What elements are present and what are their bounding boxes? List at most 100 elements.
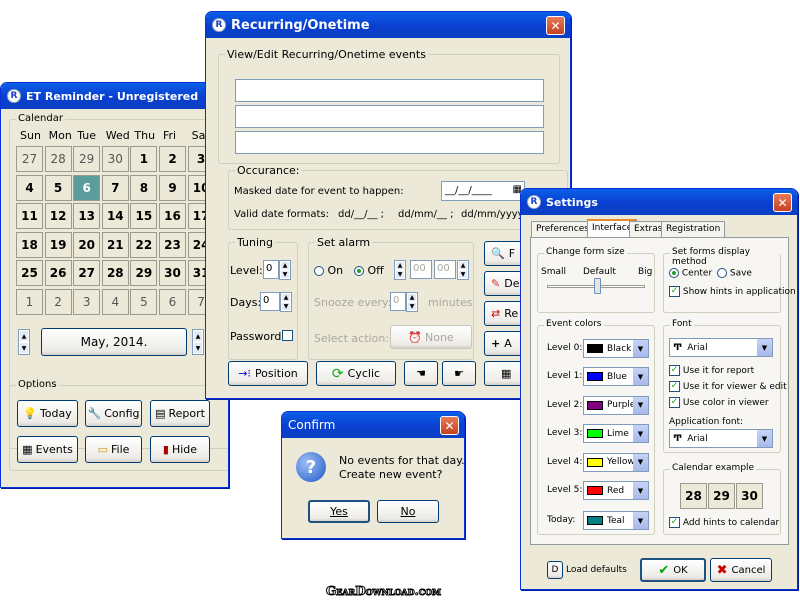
calendar-day[interactable]: 28	[44, 146, 72, 172]
snooze-input[interactable]: 0	[390, 292, 406, 311]
calendar-day[interactable]: 1	[16, 289, 43, 315]
down-arrow-icon[interactable]: ▼	[19, 342, 29, 354]
calendar-day[interactable]: 11	[16, 203, 43, 230]
calendar-day[interactable]: 4	[16, 174, 43, 201]
yes-button[interactable]: Yes	[308, 500, 370, 523]
calendar-day[interactable]: 7	[101, 174, 129, 201]
calendar-day[interactable]: 26	[44, 260, 72, 287]
form-size-slider-thumb[interactable]	[594, 278, 601, 294]
down-arrow-icon[interactable]: ▼	[280, 270, 290, 279]
level-color-select[interactable]: Red ▼	[583, 481, 649, 500]
dropdown-arrow-icon[interactable]: ▼	[633, 340, 648, 357]
point-left-button[interactable]: ☚	[404, 361, 438, 386]
masked-date-input[interactable]: __/__/____ ▦	[441, 181, 525, 201]
none-action-button[interactable]: ⏰ None	[390, 325, 472, 349]
up-arrow-icon[interactable]: ▲	[19, 330, 29, 342]
save-option[interactable]: Save	[717, 268, 752, 279]
calendar-day[interactable]: 22	[130, 231, 158, 258]
level-color-select[interactable]: Purple ▼	[583, 395, 649, 415]
tab-registration[interactable]: Registration	[661, 221, 726, 238]
radio-on[interactable]	[314, 266, 324, 276]
calendar-day[interactable]: 19	[44, 231, 72, 258]
up-arrow-icon[interactable]: ▲	[458, 261, 468, 270]
radio-off[interactable]	[354, 266, 364, 276]
dropdown-arrow-icon[interactable]: ▼	[633, 368, 648, 386]
hide-button[interactable]: ▮ Hide	[150, 436, 210, 463]
tab-preferences[interactable]: Preferences	[531, 221, 594, 238]
calendar-day[interactable]: 13	[73, 203, 101, 230]
up-arrow-icon[interactable]: ▲	[193, 330, 203, 342]
level-color-select[interactable]: Blue ▼	[583, 367, 649, 387]
calendar-day[interactable]: 20	[73, 231, 101, 258]
calendar-day[interactable]: 3	[73, 289, 101, 315]
calendar-day[interactable]: 5	[44, 174, 72, 201]
up-arrow-icon[interactable]: ▲	[395, 261, 405, 270]
alarm-on-option[interactable]: On	[314, 264, 343, 277]
days-input[interactable]: 0	[260, 292, 280, 311]
calendar-day[interactable]: 2	[44, 289, 72, 315]
level-color-select[interactable]: Lime ▼	[583, 424, 649, 444]
show-hints-checkbox[interactable]: ✓	[669, 286, 680, 297]
calendar-day[interactable]: 1	[130, 146, 158, 172]
radio-center[interactable]	[669, 268, 679, 278]
use-color-option[interactable]: ✓ Use color in viewer	[669, 397, 769, 408]
app-font-select[interactable]: Ͳ Arial ▼	[669, 429, 773, 448]
calendar-day[interactable]: 23	[159, 231, 186, 258]
no-button[interactable]: No	[377, 500, 439, 523]
calendar-day[interactable]: 4	[101, 289, 129, 315]
calendar-day[interactable]: 16	[159, 203, 186, 230]
level-color-select[interactable]: Yellow ▼	[583, 452, 649, 472]
up-arrow-icon[interactable]: ▲	[407, 293, 417, 302]
load-defaults-icon-button[interactable]: D	[547, 561, 563, 579]
up-arrow-icon[interactable]: ▲	[280, 261, 290, 270]
use-viewer-checkbox[interactable]: ✓	[669, 381, 680, 392]
calendar-day[interactable]: 15	[130, 203, 158, 230]
position-button[interactable]: →⁝ Position	[228, 361, 308, 386]
down-arrow-icon[interactable]: ▼	[281, 302, 291, 311]
hour-spinner[interactable]: ▲ ▼	[394, 260, 406, 280]
dropdown-arrow-icon[interactable]: ▼	[633, 453, 648, 471]
alarm-off-option[interactable]: Off	[354, 264, 384, 277]
month-display-button[interactable]: May, 2014.	[41, 328, 187, 356]
calendar-day[interactable]: 29	[73, 146, 101, 172]
event-line-1[interactable]	[235, 79, 544, 102]
config-button[interactable]: 🔧 Config	[85, 400, 142, 427]
close-button[interactable]: ✕	[440, 416, 459, 435]
dropdown-arrow-icon[interactable]: ▼	[633, 396, 648, 414]
calendar-day[interactable]: 14	[101, 203, 129, 230]
dropdown-arrow-icon[interactable]: ▼	[633, 512, 648, 529]
file-button[interactable]: ▭ File	[85, 436, 142, 463]
dropdown-arrow-icon[interactable]: ▼	[757, 430, 772, 447]
level-color-select[interactable]: Teal ▼	[583, 511, 649, 530]
prev-month-spinner[interactable]: ▲ ▼	[18, 329, 30, 355]
use-viewer-option[interactable]: ✓ Use it for viewer & edit	[669, 381, 787, 392]
calendar-day[interactable]: 30	[159, 260, 186, 287]
down-arrow-icon[interactable]: ▼	[395, 270, 405, 279]
dropdown-arrow-icon[interactable]: ▼	[757, 339, 772, 356]
calendar-day[interactable]: 25	[16, 260, 43, 287]
calendar-day[interactable]: 6	[73, 174, 101, 201]
close-button[interactable]: ✕	[773, 193, 792, 212]
level-color-select[interactable]: Black ▼	[583, 339, 649, 358]
hour-input[interactable]: 00	[410, 260, 432, 279]
down-arrow-icon[interactable]: ▼	[407, 302, 417, 311]
event-line-3[interactable]	[235, 131, 544, 154]
radio-save[interactable]	[717, 268, 727, 278]
dropdown-arrow-icon[interactable]: ▼	[633, 482, 648, 499]
report-button[interactable]: ▤ Report	[150, 400, 210, 427]
center-option[interactable]: Center	[669, 268, 712, 279]
minute-input[interactable]: 00	[434, 260, 456, 279]
show-hints-option[interactable]: ✓ Show hints in application	[669, 286, 796, 297]
down-arrow-icon[interactable]: ▼	[458, 270, 468, 279]
calendar-day[interactable]: 6	[159, 289, 186, 315]
dropdown-arrow-icon[interactable]: ▼	[633, 425, 648, 443]
point-right-button[interactable]: ☛	[442, 361, 476, 386]
ok-button[interactable]: ✔ OK	[640, 558, 706, 582]
calendar-day[interactable]: 12	[44, 203, 72, 230]
calendar-day[interactable]: 8	[130, 174, 158, 201]
calendar-day[interactable]: 29	[130, 260, 158, 287]
up-arrow-icon[interactable]: ▲	[281, 293, 291, 302]
calendar-day[interactable]: 27	[73, 260, 101, 287]
close-button[interactable]: ✕	[546, 16, 565, 35]
password-checkbox[interactable]	[282, 330, 293, 341]
